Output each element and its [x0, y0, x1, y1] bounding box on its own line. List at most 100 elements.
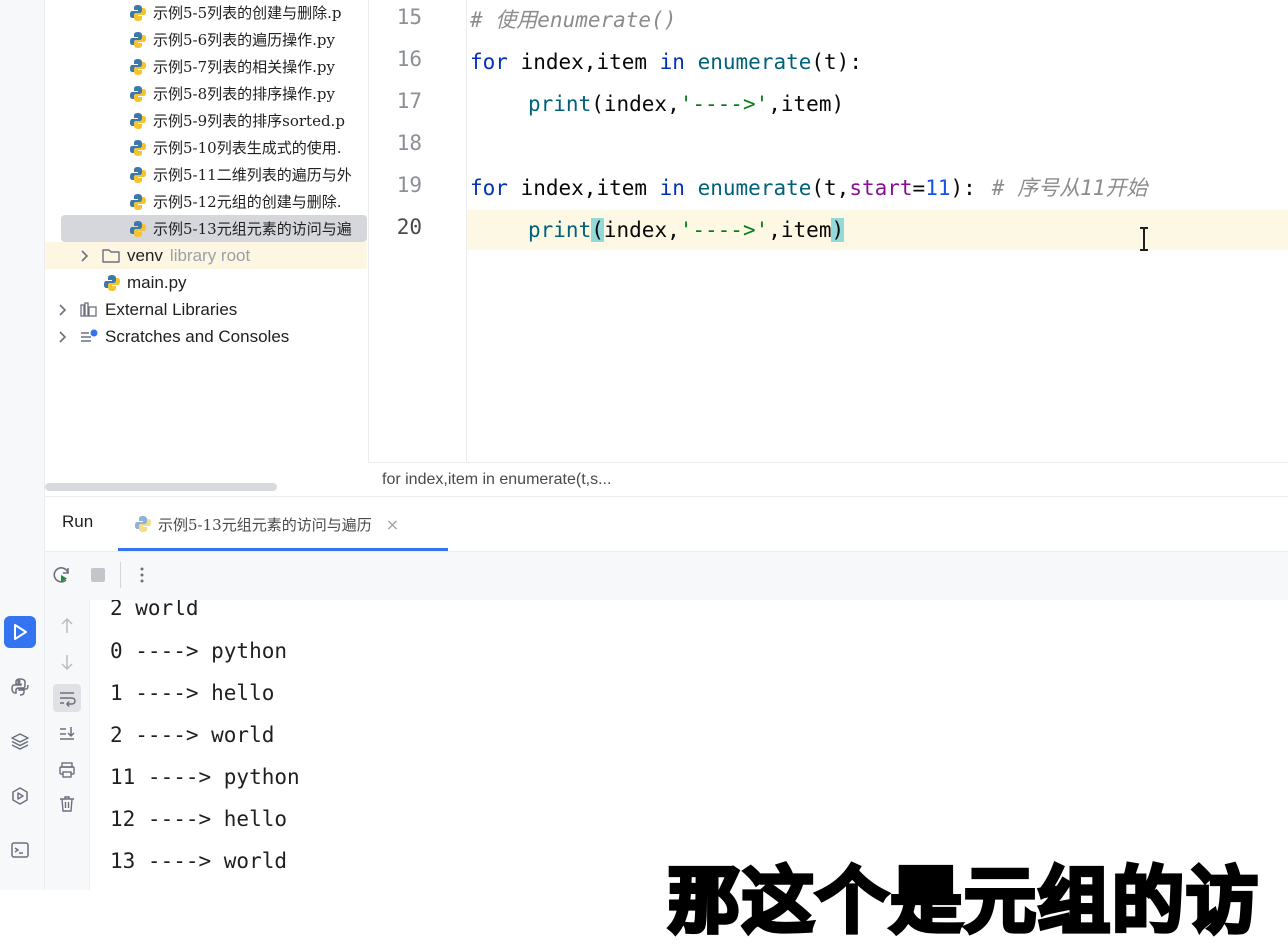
python-file-icon — [130, 193, 146, 210]
tree-item-label: 示例5-6列表的遍历操作.py — [153, 31, 336, 49]
python-file-icon — [130, 31, 146, 48]
arrow-down-icon[interactable] — [53, 648, 81, 676]
tree-item-venv[interactable]: venv library root — [45, 242, 367, 269]
line-number: 19 — [396, 173, 422, 197]
breadcrumb[interactable]: for index,item in enumerate(t,s... — [368, 462, 1288, 496]
keyword-in: in — [659, 50, 685, 74]
venv-label: venv — [127, 245, 163, 265]
tree-item-label: 示例5-8列表的排序操作.py — [153, 85, 336, 103]
tree-item-main-file[interactable]: main.py — [45, 269, 367, 296]
builtin-print: print — [528, 218, 592, 242]
tree-item-label: 示例5-7列表的相关操作.py — [153, 58, 336, 76]
python-file-icon — [130, 220, 146, 237]
code-line-20[interactable]: print(index,'---->',item) — [528, 215, 845, 245]
tree-item-python-file[interactable]: 示例5-11二维列表的遍历与外 — [45, 161, 367, 188]
python-file-icon — [135, 516, 151, 532]
tree-item-external-libraries[interactable]: External Libraries — [45, 296, 367, 323]
code-args: ,item — [768, 218, 832, 242]
tree-item-label: 示例5-13元组元素的访问与遍 — [153, 220, 352, 238]
tree-item-python-file[interactable]: 示例5-10列表生成式的使用. — [45, 134, 367, 161]
output-line: 2 world — [110, 600, 199, 620]
scroll-to-end-icon[interactable] — [53, 720, 81, 748]
terminal-icon[interactable] — [4, 834, 36, 866]
tree-item-label: 示例5-9列表的排序sorted.p — [153, 112, 345, 130]
print-icon[interactable] — [53, 756, 81, 784]
python-file-icon — [130, 139, 146, 156]
builtin-print: print — [528, 92, 592, 116]
tree-item-label: 示例5-10列表生成式的使用. — [153, 139, 342, 157]
line-number: 18 — [396, 131, 422, 155]
code-args: ): — [950, 176, 976, 200]
run-tool-icon[interactable] — [4, 616, 36, 648]
python-file-icon — [130, 4, 146, 21]
string-literal: '---->' — [679, 92, 769, 116]
tool-window-strip — [0, 0, 45, 890]
horizontal-scrollbar[interactable] — [45, 483, 277, 491]
rerun-icon[interactable] — [51, 564, 73, 586]
console-side-toolbar — [45, 600, 90, 890]
library-icon — [80, 301, 97, 317]
python-file-icon — [130, 166, 146, 183]
matched-paren: ) — [831, 218, 845, 242]
run-config-tab[interactable]: 示例5-13元组元素的访问与遍历 × — [118, 498, 448, 550]
tree-item-scratches[interactable]: Scratches and Consoles — [45, 323, 367, 350]
services-icon[interactable] — [4, 780, 36, 812]
line-number: 16 — [396, 47, 422, 71]
run-tab-label: 示例5-13元组元素的访问与遍历 — [158, 515, 372, 534]
python-file-icon — [130, 85, 146, 102]
code-line-17[interactable]: print(index,'---->',item) — [528, 89, 844, 119]
scratches-icon — [81, 329, 98, 342]
stop-icon[interactable] — [87, 564, 109, 586]
more-options-icon[interactable] — [131, 564, 153, 586]
tree-item-python-file[interactable]: 示例5-9列表的排序sorted.p — [45, 107, 367, 134]
tree-item-label: 示例5-5列表的创建与删除.p — [153, 4, 342, 22]
python-console-icon[interactable] — [4, 671, 36, 703]
arrow-up-icon[interactable] — [53, 612, 81, 640]
output-line: 12 ----> hello — [110, 807, 288, 831]
tree-item-python-file[interactable]: 示例5-6列表的遍历操作.py — [45, 26, 367, 53]
run-toolbar — [45, 551, 1288, 601]
layers-icon[interactable] — [4, 725, 36, 757]
text-cursor-icon — [1140, 227, 1148, 251]
line-number-gutter: 15 16 17 18 19 20 — [368, 0, 467, 462]
project-tree: 示例5-5列表的创建与删除.p 示例5-6列表的遍历操作.py 示例5-7列表的… — [45, 0, 367, 496]
code-equals: = — [912, 176, 926, 200]
tree-item-python-file[interactable]: 示例5-5列表的创建与删除.p — [45, 0, 367, 26]
line-number: 15 — [396, 5, 422, 29]
string-literal: '---->' — [679, 218, 769, 242]
keyword-for: for — [470, 50, 508, 74]
main-file-label: main.py — [127, 272, 187, 292]
scratches-label: Scratches and Consoles — [105, 326, 290, 346]
output-line: 13 ----> world — [110, 849, 288, 873]
code-line-15[interactable]: # 使用enumerate() — [470, 5, 676, 35]
trash-icon[interactable] — [53, 790, 81, 818]
tree-item-label: 示例5-12元组的创建与删除. — [153, 193, 342, 211]
python-file-icon — [130, 58, 146, 75]
library-root-hint: library root — [169, 245, 251, 265]
code-vars: index,item — [507, 176, 660, 200]
code-args: (t, — [811, 176, 850, 200]
chevron-right-icon[interactable] — [53, 301, 71, 319]
chevron-right-icon[interactable] — [75, 247, 93, 265]
code-line-19[interactable]: for index,item in enumerate(t,start=11):… — [470, 173, 1147, 203]
toolbar-separator — [120, 562, 121, 588]
number-literal: 11 — [925, 176, 951, 200]
python-file-icon — [104, 274, 120, 291]
python-file-icon — [130, 112, 146, 129]
tree-item-python-file[interactable]: 示例5-12元组的创建与删除. — [45, 188, 367, 215]
run-panel-title: Run — [62, 512, 94, 531]
output-line: 11 ----> python — [110, 765, 300, 789]
code-line-16[interactable]: for index,item in enumerate(t): — [470, 47, 862, 77]
builtin-enumerate: enumerate — [684, 50, 812, 74]
tree-item-selected-file[interactable]: 示例5-13元组元素的访问与遍 — [61, 215, 367, 242]
code-args: (index, — [591, 92, 680, 116]
tree-item-python-file[interactable]: 示例5-7列表的相关操作.py — [45, 53, 367, 80]
soft-wrap-icon[interactable] — [53, 684, 81, 712]
external-libraries-label: External Libraries — [105, 299, 238, 319]
folder-icon — [102, 248, 120, 263]
matched-paren: ( — [591, 218, 604, 242]
chevron-right-icon[interactable] — [53, 328, 71, 346]
video-subtitle: 那这个是元组的访 — [666, 857, 1261, 945]
close-tab-icon[interactable]: × — [386, 515, 399, 534]
tree-item-python-file[interactable]: 示例5-8列表的排序操作.py — [45, 80, 367, 107]
